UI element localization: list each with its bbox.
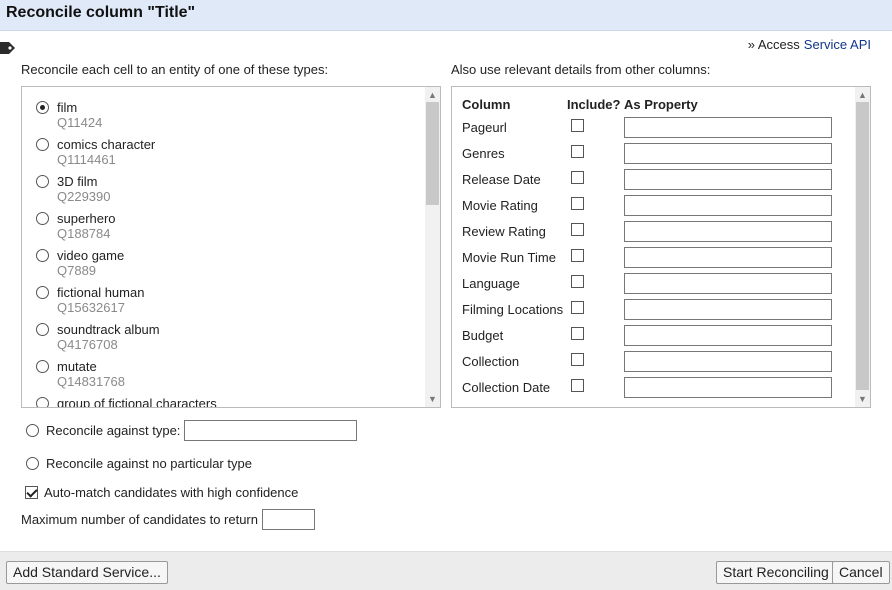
property-header: As Property — [624, 97, 698, 112]
property-input[interactable] — [624, 299, 832, 320]
include-checkbox[interactable] — [571, 249, 584, 262]
include-checkbox[interactable] — [571, 379, 584, 392]
column-name: Movie Rating — [462, 198, 538, 213]
property-input[interactable] — [624, 143, 832, 164]
columns-table[interactable]: Column Include? As Property Pageurl Genre… — [451, 86, 871, 408]
max-candidates-input[interactable] — [262, 509, 315, 530]
include-checkbox[interactable] — [571, 171, 584, 184]
no-type-label: Reconcile against no particular type — [46, 456, 252, 471]
against-type-label: Reconcile against type: — [46, 423, 181, 438]
column-name: Filming Locations — [462, 302, 564, 317]
property-input[interactable] — [624, 325, 832, 346]
property-input[interactable] — [624, 273, 832, 294]
no-type-radio[interactable] — [26, 457, 39, 471]
columns-scroll-thumb[interactable] — [856, 102, 869, 390]
types-list[interactable]: film Q11424 comics character Q1114461 3D fil… — [21, 86, 441, 408]
type-radio[interactable] — [36, 397, 49, 407]
type-qid: Q188784 — [57, 226, 111, 241]
service-api-prefix: » Access — [747, 37, 800, 52]
automatch-option[interactable] — [25, 484, 38, 500]
type-radio[interactable] — [36, 323, 49, 336]
include-checkbox[interactable] — [571, 119, 584, 132]
cancel-button[interactable]: Cancel — [832, 561, 890, 584]
include-checkbox[interactable] — [571, 327, 584, 340]
column-name: Review Rating — [462, 224, 546, 239]
property-input[interactable] — [624, 195, 832, 216]
type-name: video game — [57, 248, 125, 263]
include-checkbox[interactable] — [571, 353, 584, 366]
column-name: Language — [462, 276, 520, 291]
type-qid: Q14831768 — [57, 374, 125, 389]
property-input[interactable] — [624, 377, 832, 398]
types-scroll-thumb[interactable] — [426, 102, 439, 205]
column-name: Collection — [462, 354, 520, 369]
against-type-radio[interactable] — [26, 424, 39, 438]
columns-scrollbar[interactable]: ▲ ▼ — [855, 87, 870, 407]
chevron-down-icon[interactable]: ▼ — [855, 392, 870, 406]
against-type-option[interactable] — [26, 422, 39, 438]
type-radio[interactable] — [36, 212, 49, 225]
automatch-checkbox[interactable] — [25, 486, 38, 500]
include-checkbox[interactable] — [571, 301, 584, 314]
include-checkbox[interactable] — [571, 145, 584, 158]
service-api-line: » Access Service API — [748, 37, 871, 52]
type-qid: Q229390 — [57, 189, 111, 204]
type-qid: Q1114461 — [57, 152, 116, 167]
no-type-option[interactable] — [26, 455, 39, 471]
add-standard-service-button[interactable]: Add Standard Service... — [6, 561, 168, 584]
column-name: Genres — [462, 146, 505, 161]
type-radio[interactable] — [36, 175, 49, 188]
column-header: Column — [462, 97, 511, 112]
service-api-link[interactable]: Service API — [804, 37, 871, 52]
column-name: Release Date — [462, 172, 541, 187]
column-name: Pageurl — [462, 120, 507, 135]
type-qid: Q15632617 — [57, 300, 125, 315]
type-radio[interactable] — [36, 249, 49, 262]
type-name: group of fictional characters — [57, 396, 217, 408]
type-qid: Q11424 — [57, 115, 103, 130]
type-name: fictional human — [57, 285, 145, 300]
include-checkbox[interactable] — [571, 275, 584, 288]
against-type-input[interactable] — [184, 420, 357, 441]
types-heading: Reconcile each cell to an entity of one … — [21, 62, 329, 77]
type-qid: Q4176708 — [57, 337, 118, 352]
type-name: mutate — [57, 359, 97, 374]
type-qid: Q7889 — [57, 263, 97, 278]
column-name: Movie Run Time — [462, 250, 556, 265]
type-radio[interactable] — [36, 138, 49, 151]
chevron-up-icon[interactable]: ▲ — [855, 88, 870, 102]
include-checkbox[interactable] — [571, 223, 584, 236]
type-name: 3D film — [57, 174, 98, 189]
column-name: Budget — [462, 328, 504, 343]
chevron-up-icon[interactable]: ▲ — [425, 88, 440, 102]
property-input[interactable] — [624, 247, 832, 268]
property-input[interactable] — [624, 221, 832, 242]
type-radio[interactable] — [36, 286, 49, 299]
type-name: film — [57, 100, 78, 115]
chevron-down-icon[interactable]: ▼ — [425, 392, 440, 406]
type-name: comics character — [57, 137, 156, 152]
max-candidates-label: Maximum number of candidates to return — [21, 512, 258, 527]
type-name: superhero — [57, 211, 116, 226]
type-radio[interactable] — [36, 360, 49, 373]
property-input[interactable] — [624, 117, 832, 138]
property-input[interactable] — [624, 169, 832, 190]
property-input[interactable] — [624, 351, 832, 372]
columns-heading: Also use relevant details from other col… — [451, 62, 711, 77]
tag-icon[interactable] — [0, 40, 16, 59]
automatch-label: Auto-match candidates with high confiden… — [44, 485, 299, 500]
type-name: soundtrack album — [57, 322, 160, 337]
include-header: Include? — [567, 97, 621, 112]
column-name: Collection Date — [462, 380, 551, 395]
include-checkbox[interactable] — [571, 197, 584, 210]
type-radio[interactable] — [36, 101, 49, 114]
types-scrollbar[interactable]: ▲ ▼ — [425, 87, 440, 407]
start-reconciling-button[interactable]: Start Reconciling — [716, 561, 836, 584]
dialog-footer: Add Standard Service... Start Reconcilin… — [0, 551, 892, 590]
dialog-title: Reconcile column "Title" — [0, 0, 892, 31]
